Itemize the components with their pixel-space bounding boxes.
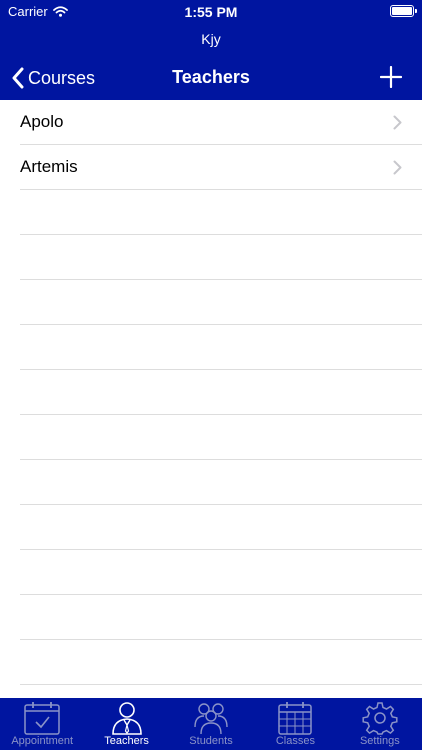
- empty-row: [20, 595, 422, 640]
- calendar-check-icon: [24, 702, 60, 735]
- empty-row: [20, 505, 422, 550]
- course-subtitle: Kjy: [201, 31, 221, 47]
- page-title: Teachers: [172, 67, 250, 87]
- empty-row: [20, 685, 422, 698]
- empty-row: [20, 550, 422, 595]
- status-time: 1:55 PM: [184, 4, 238, 20]
- empty-row: [20, 370, 422, 415]
- tab-teachers[interactable]: Teachers: [84, 698, 168, 750]
- navigation-header: Carrier 1:55 PM Kjy Courses Teachers: [0, 0, 422, 100]
- tab-settings-label: Settings: [359, 735, 400, 747]
- teacher-row[interactable]: Artemis: [20, 145, 422, 190]
- teachers-list: Apolo Artemis: [0, 100, 422, 698]
- chevron-right-icon: [393, 160, 402, 175]
- empty-row: [20, 415, 422, 460]
- empty-row: [20, 280, 422, 325]
- tab-settings[interactable]: Settings: [338, 698, 422, 750]
- status-bar: Carrier 1:55 PM: [0, 0, 422, 24]
- empty-row: [20, 325, 422, 370]
- tab-appointment-label: Appointment: [11, 735, 74, 747]
- tab-classes-label: Classes: [275, 735, 315, 747]
- teacher-name: Artemis: [20, 157, 78, 176]
- empty-row: [20, 460, 422, 505]
- teacher-name: Apolo: [20, 112, 64, 131]
- empty-row: [20, 190, 422, 235]
- students-icon: [194, 703, 228, 735]
- plus-icon[interactable]: [380, 66, 402, 88]
- battery-icon: [390, 5, 417, 17]
- chevron-right-icon: [393, 115, 402, 130]
- empty-row: [20, 640, 422, 685]
- tab-appointment[interactable]: Appointment: [0, 698, 84, 750]
- calendar-grid-icon: [278, 702, 313, 735]
- tab-students[interactable]: Students: [169, 698, 253, 750]
- teacher-row[interactable]: Apolo: [20, 100, 422, 145]
- tab-classes[interactable]: Classes: [253, 698, 337, 750]
- tab-teachers-label: Teachers: [104, 735, 149, 747]
- tab-bar: Appointment Teachers Students Classes Se…: [0, 698, 422, 750]
- gear-icon: [362, 702, 398, 735]
- teacher-icon: [111, 702, 142, 735]
- empty-row: [20, 235, 422, 280]
- tab-students-label: Students: [189, 735, 233, 747]
